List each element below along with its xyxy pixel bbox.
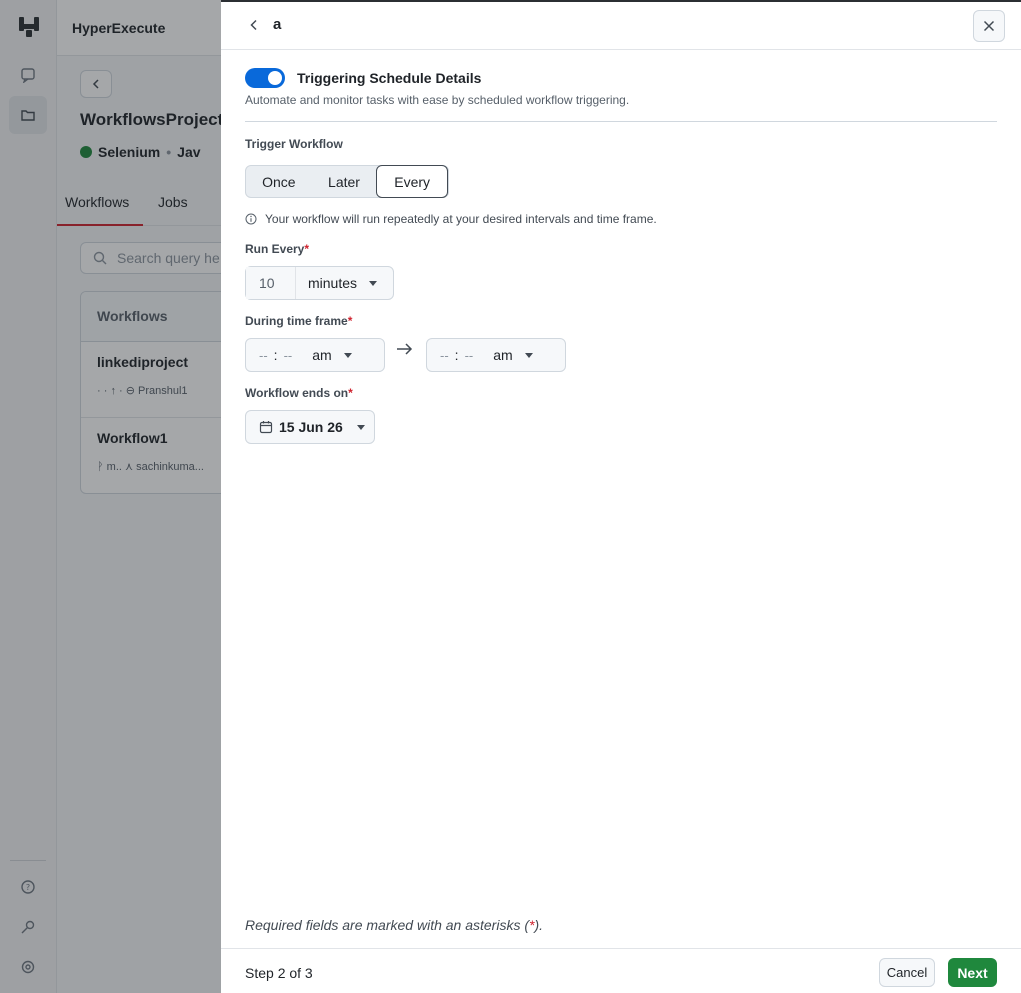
drawer-header: a: [221, 2, 1021, 50]
footnote-text-before: Required fields are marked with an aster…: [245, 917, 530, 933]
run-every-unit-select[interactable]: minutes: [296, 267, 387, 299]
close-icon: [983, 20, 995, 32]
run-every-label: Run Every*: [245, 242, 309, 256]
cancel-button[interactable]: Cancel: [879, 958, 935, 987]
drawer-title: a: [273, 16, 282, 33]
section-divider: [245, 121, 997, 122]
time-frame-label: During time frame*: [245, 314, 352, 328]
drawer-back-button[interactable]: [245, 16, 263, 34]
section-subtitle: Automate and monitor tasks with ease by …: [245, 93, 630, 107]
drawer-footer: Step 2 of 3 Cancel Next: [221, 948, 1021, 993]
info-text: Your workflow will run repeatedly at you…: [265, 212, 657, 226]
next-button[interactable]: Next: [948, 958, 997, 987]
end-hour-input[interactable]: --: [440, 348, 449, 363]
required-asterisk: *: [348, 386, 353, 400]
start-time-picker[interactable]: -- : -- am: [245, 338, 385, 372]
time-colon: :: [454, 347, 459, 363]
schedule-toggle[interactable]: [245, 68, 285, 88]
ends-on-label: Workflow ends on*: [245, 386, 353, 400]
trigger-segmented-control: Once Later Every: [245, 165, 449, 198]
arrow-right-icon: [397, 343, 413, 355]
caret-down-icon: [356, 424, 365, 430]
required-asterisk: *: [304, 242, 310, 256]
toggle-knob: [268, 71, 282, 85]
required-footnote: Required fields are marked with an aster…: [245, 917, 543, 933]
info-icon: [245, 213, 257, 225]
trigger-workflow-label: Trigger Workflow: [245, 137, 343, 151]
caret-down-icon: [369, 280, 378, 286]
caret-down-icon: [524, 352, 533, 358]
time-colon: :: [273, 347, 278, 363]
section-title: Triggering Schedule Details: [297, 70, 482, 86]
start-ampm-select[interactable]: am: [312, 347, 331, 363]
ends-on-label-text: Workflow ends on: [245, 386, 349, 400]
run-every-control: 10 minutes: [245, 266, 394, 300]
trigger-option-every[interactable]: Every: [376, 165, 448, 198]
calendar-icon: [259, 421, 273, 434]
required-asterisk: *: [347, 314, 353, 328]
run-every-unit: minutes: [308, 275, 358, 291]
footnote-text-after: ).: [534, 917, 544, 933]
start-minute-input[interactable]: --: [284, 348, 293, 363]
run-every-label-text: Run Every: [245, 242, 305, 256]
schedule-toggle-row: Triggering Schedule Details: [245, 68, 481, 88]
end-date-value: 15 Jun 26: [279, 419, 343, 435]
trigger-option-once[interactable]: Once: [246, 166, 312, 197]
end-date-picker[interactable]: 15 Jun 26: [245, 410, 375, 444]
close-button[interactable]: [973, 10, 1005, 42]
schedule-drawer: a Triggering Schedule Details Automate a…: [221, 0, 1021, 993]
step-indicator: Step 2 of 3: [245, 965, 313, 981]
caret-down-icon: [343, 352, 352, 358]
run-every-input[interactable]: 10: [246, 267, 296, 299]
start-hour-input[interactable]: --: [259, 348, 268, 363]
time-frame-label-text: During time frame: [245, 314, 348, 328]
info-row: Your workflow will run repeatedly at you…: [245, 212, 657, 226]
end-time-picker[interactable]: -- : -- am: [426, 338, 566, 372]
end-ampm-select[interactable]: am: [493, 347, 512, 363]
end-minute-input[interactable]: --: [465, 348, 474, 363]
chevron-left-icon: [250, 19, 257, 31]
trigger-option-later[interactable]: Later: [312, 166, 377, 197]
